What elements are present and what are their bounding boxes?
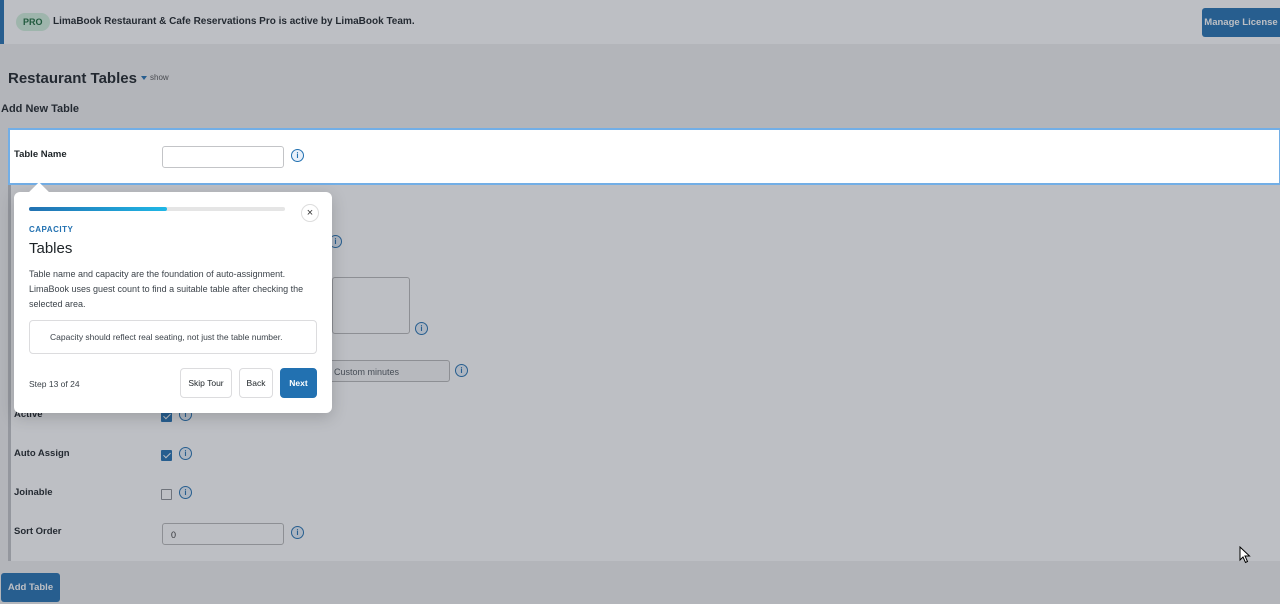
show-toggle[interactable]: show [141,73,169,82]
tour-body: Table name and capacity are the foundati… [29,269,304,309]
skip-tour-button[interactable]: Skip Tour [180,368,232,398]
tour-step-counter: Step 13 of 24 [29,379,80,389]
section-title: Add New Table [1,103,80,115]
table-name-label: Table Name [14,149,67,160]
info-icon[interactable]: i [291,149,304,162]
manage-license-button[interactable]: Manage License [1202,8,1280,37]
info-icon[interactable]: i [179,486,192,499]
info-icon[interactable]: i [415,322,428,335]
info-icon[interactable]: i [179,447,192,460]
show-label: show [150,73,169,82]
notice-text: LimaBook Restaurant & Cafe Reservations … [53,16,415,27]
tour-progress-bar [29,207,285,211]
auto-assign-label: Auto Assign [14,448,70,459]
joinable-label: Joinable [14,487,53,498]
add-table-button[interactable]: Add Table [1,573,60,602]
custom-minutes-input[interactable]: Custom minutes [326,360,450,382]
joinable-checkbox[interactable] [161,489,172,500]
sort-order-input[interactable]: 0 [162,523,284,545]
next-button[interactable]: Next [280,368,317,398]
tour-tip: Capacity should reflect real seating, no… [29,320,317,354]
notes-textarea[interactable] [332,277,410,334]
auto-assign-checkbox[interactable] [161,450,172,461]
tour-title: Tables [29,240,73,257]
info-icon[interactable]: i [291,526,304,539]
sort-order-label: Sort Order [14,526,62,537]
tour-progress-fill [29,207,168,211]
tour-kicker: CAPACITY [29,225,74,234]
pro-badge: PRO [16,13,50,31]
tour-popover: × CAPACITY Tables Table name and capacit… [14,182,332,413]
back-button[interactable]: Back [239,368,273,398]
info-icon[interactable]: i [455,364,468,377]
page-title: Restaurant Tables [8,70,137,87]
license-notice: PRO LimaBook Restaurant & Cafe Reservati… [0,0,1280,44]
mouse-cursor-icon [1239,546,1251,564]
table-name-input[interactable] [162,146,284,168]
highlighted-table-name-row: Table Name i [9,129,1280,184]
close-icon[interactable]: × [301,204,319,222]
caret-down-icon [141,75,147,80]
